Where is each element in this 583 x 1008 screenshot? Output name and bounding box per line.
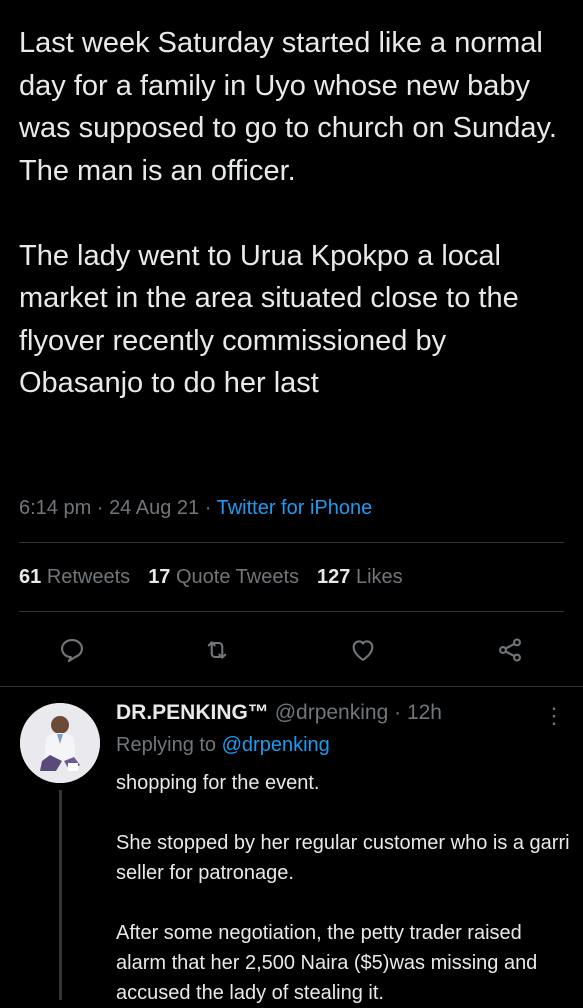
tweet-text: Last week Saturday started like a normal… (19, 27, 557, 399)
avatar[interactable] (20, 703, 100, 783)
divider (0, 686, 583, 687)
retweet-icon (207, 641, 227, 659)
reply-header: DR.PENKING™ @drpenking · 12h (116, 701, 442, 725)
likes-label: Likes (355, 566, 403, 588)
retweets-count: 61 (19, 566, 42, 588)
meta-separator: · (394, 701, 402, 724)
likes-count: 127 (317, 566, 351, 588)
tweet-actions (0, 630, 583, 670)
share-icon (499, 638, 521, 662)
tweet-meta: 6:14 pm · 24 Aug 21 · Twitter for iPhone (19, 497, 372, 520)
divider (19, 611, 564, 612)
reply-icon (61, 639, 83, 663)
tweet-date: 24 Aug 21 (109, 497, 200, 519)
share-button[interactable] (490, 630, 530, 670)
reply-text: shopping for the event. She stopped by h… (116, 772, 570, 1004)
reply-button[interactable] (52, 630, 92, 670)
more-options-button[interactable]: ⋮ (543, 703, 565, 729)
reply-author-name[interactable]: DR.PENKING™ (116, 701, 269, 724)
tweet-time: 6:14 pm (19, 497, 92, 519)
quote-tweets-count: 17 (148, 566, 171, 588)
reply-time: 12h (406, 701, 442, 724)
tweet-source-link[interactable]: Twitter for iPhone (217, 497, 373, 519)
quote-tweets-stat[interactable]: 17 Quote Tweets (148, 566, 299, 589)
replying-to: Replying to @drpenking (116, 734, 330, 757)
doctor-avatar-icon (20, 703, 100, 783)
reply-author-handle[interactable]: @drpenking (275, 701, 389, 724)
tweet-stats: 61 Retweets 17 Quote Tweets 127 Likes (19, 566, 403, 589)
retweets-stat[interactable]: 61 Retweets (19, 566, 130, 589)
thread-line (59, 790, 62, 1000)
replying-to-link[interactable]: @drpenking (222, 734, 330, 756)
more-vertical-icon: ⋮ (543, 703, 565, 728)
divider (19, 542, 564, 543)
retweet-button[interactable] (197, 630, 237, 670)
heart-icon (352, 640, 374, 661)
retweets-label: Retweets (46, 566, 131, 588)
like-button[interactable] (343, 630, 383, 670)
meta-separator: · (204, 497, 212, 519)
replying-to-prefix: Replying to (116, 734, 217, 756)
meta-separator: · (96, 497, 104, 519)
likes-stat[interactable]: 127 Likes (317, 566, 403, 589)
quote-tweets-label: Quote Tweets (176, 566, 300, 588)
